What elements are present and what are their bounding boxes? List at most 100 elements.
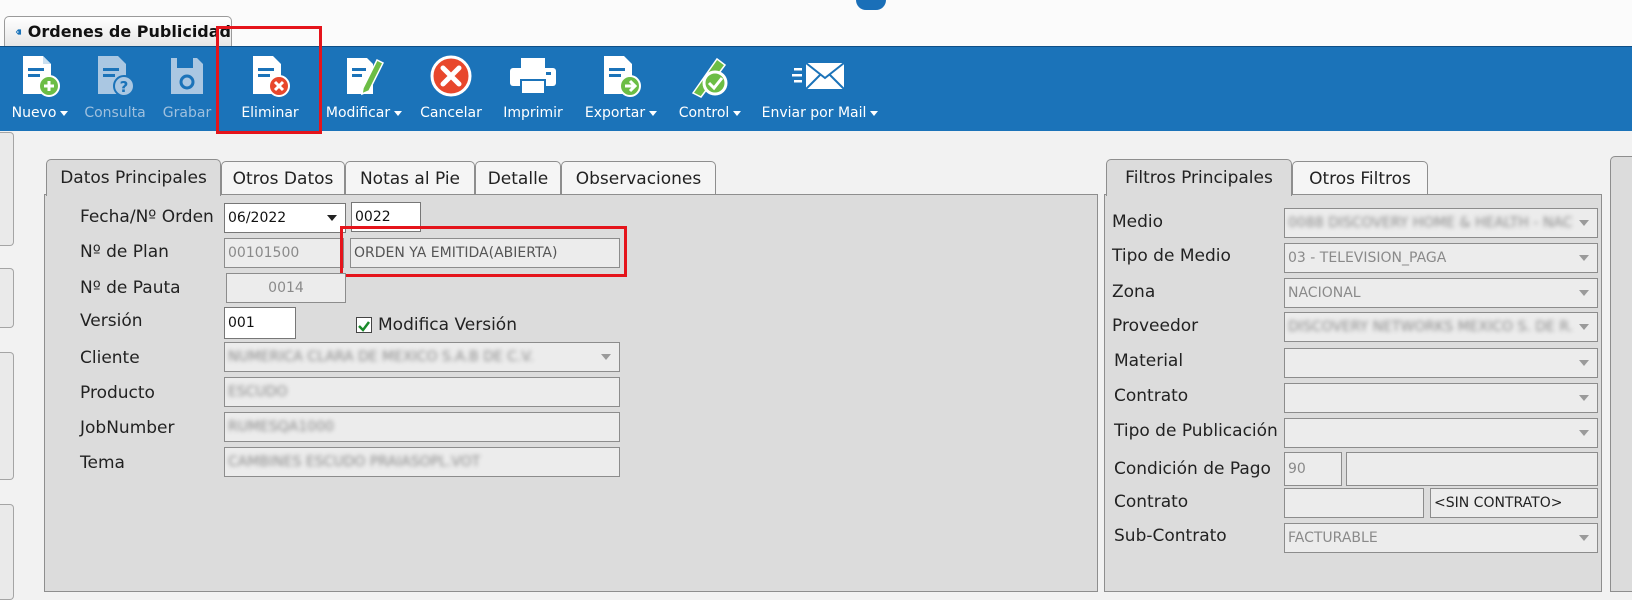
contrato-select[interactable] (1284, 383, 1598, 413)
condicion-pago-value: 90 (1288, 461, 1306, 477)
modifica-version-checkbox[interactable] (356, 317, 372, 333)
sin-contrato-value: <SIN CONTRATO> (1434, 495, 1563, 511)
chevron-down-icon (1579, 324, 1589, 330)
proveedor-select[interactable]: DISCOVERY NETWORKS MEXICO S. DE R. (1284, 312, 1598, 342)
subcontrato-value: FACTURABLE (1288, 530, 1378, 546)
tipo-publicacion-label: Tipo de Publicación (1114, 421, 1278, 441)
side-tab-herramientas[interactable] (0, 132, 14, 246)
producto-input[interactable]: ESCUDO (224, 377, 620, 407)
control-label: Control (678, 105, 730, 121)
control-button[interactable]: Control (674, 47, 746, 131)
tema-input[interactable]: CAMBINES ESCUDO PRAIASOPL.VOT (224, 447, 620, 477)
medio-select[interactable]: 0088 DISCOVERY HOME & HEALTH - NAC (1284, 208, 1598, 238)
tab-observaciones[interactable]: Observaciones (561, 161, 716, 195)
condicion-pago-desc (1346, 452, 1598, 486)
side-tab-referencias[interactable] (0, 504, 14, 600)
tab-label: Filtros Principales (1125, 168, 1273, 188)
enviar-mail-button[interactable]: Enviar por Mail (758, 47, 882, 131)
medio-value: 0088 DISCOVERY HOME & HEALTH - NAC (1288, 215, 1573, 231)
query-document-icon: ? (98, 56, 135, 97)
pauta-label: Nº de Pauta (80, 278, 181, 298)
consulta-button[interactable]: ? Consulta (82, 47, 148, 131)
modificar-button[interactable]: Modificar (322, 47, 406, 131)
contrato-label: Contrato (1114, 386, 1189, 406)
tipo-medio-value: 03 - TELEVISION_PAGA (1288, 250, 1447, 266)
side-tab-configuraciones[interactable] (0, 352, 14, 480)
printer-icon (510, 58, 556, 95)
material-label: Material (1114, 351, 1184, 371)
tab-notas-al-pie[interactable]: Notas al Pie (345, 161, 475, 195)
chevron-down-icon (1579, 395, 1589, 401)
version-input[interactable]: 001 (224, 307, 296, 339)
pauta-input[interactable]: 0014 (226, 273, 346, 303)
grabar-label: Grabar (162, 105, 212, 121)
right-partial-panel (1610, 156, 1632, 592)
zona-value: NACIONAL (1288, 285, 1361, 301)
tipo-medio-label: Tipo de Medio (1112, 246, 1231, 266)
new-document-icon (23, 56, 60, 97)
material-select[interactable] (1284, 348, 1598, 378)
imprimir-button[interactable]: Imprimir (498, 47, 568, 131)
consulta-label: Consulta (84, 105, 146, 121)
proveedor-label: Proveedor (1112, 316, 1199, 336)
cancelar-button[interactable]: Cancelar (416, 47, 486, 131)
enviar-mail-label: Enviar por Mail (761, 105, 867, 121)
producto-value: ESCUDO (228, 384, 288, 400)
plan-value: 00101500 (228, 245, 300, 261)
tipo-publicacion-select[interactable] (1284, 418, 1598, 448)
tab-label: Detalle (487, 168, 549, 189)
chevron-down-icon (60, 110, 69, 116)
window-tab[interactable]: Ordenes de Publicidad (4, 16, 232, 46)
fecha-select[interactable]: 06/2022 (224, 203, 346, 233)
estado-highlight-box (340, 226, 627, 277)
proveedor-value: DISCOVERY NETWORKS MEXICO S. DE R. (1288, 319, 1574, 335)
chevron-down-icon (1579, 360, 1589, 366)
chevron-down-icon (394, 110, 403, 116)
exportar-button[interactable]: Exportar (580, 47, 662, 131)
chevron-down-icon (649, 110, 658, 116)
fecha-label: Fecha/Nº Orden (80, 207, 214, 227)
condicion-pago-input[interactable]: 90 (1284, 452, 1342, 486)
chevron-down-icon (601, 354, 611, 360)
fecha-value: 06/2022 (228, 210, 287, 226)
pauta-value: 0014 (268, 280, 304, 296)
tab-otros-filtros[interactable]: Otros Filtros (1292, 161, 1428, 195)
producto-label: Producto (80, 383, 155, 403)
tag-icon (15, 28, 22, 35)
plan-input[interactable]: 00101500 (224, 238, 344, 268)
checkmark-icon (358, 321, 370, 332)
zona-select[interactable]: NACIONAL (1284, 278, 1598, 308)
contrato2-label: Contrato (1114, 492, 1189, 512)
side-tab-ayuda[interactable] (0, 268, 14, 328)
tab-detalle[interactable]: Detalle (475, 161, 561, 195)
grabar-button[interactable]: Grabar (160, 47, 214, 131)
zona-label: Zona (1112, 282, 1156, 302)
chevron-down-icon (1579, 220, 1589, 226)
tab-otros-datos[interactable]: Otros Datos (221, 161, 345, 195)
chevron-down-icon (733, 110, 742, 116)
subcontrato-label: Sub-Contrato (1114, 526, 1227, 546)
window-tab-title: Ordenes de Publicidad (27, 22, 231, 41)
cliente-value: NUMERICA CLARA DE MEXICO S.A.B DE C.V. (228, 349, 534, 365)
tema-value: CAMBINES ESCUDO PRAIASOPL.VOT (228, 454, 481, 470)
cancelar-label: Cancelar (420, 105, 482, 121)
nuevo-button[interactable]: Nuevo (10, 47, 70, 131)
control-check-icon (691, 57, 728, 98)
tipo-medio-select[interactable]: 03 - TELEVISION_PAGA (1284, 243, 1598, 273)
version-label: Versión (80, 311, 143, 331)
jobnumber-input[interactable]: RUMESQA1000 (224, 412, 620, 442)
contrato2-input[interactable] (1284, 488, 1424, 518)
medio-label: Medio (1112, 212, 1164, 232)
chevron-down-icon (1579, 535, 1589, 541)
jobnumber-value: RUMESQA1000 (228, 419, 335, 435)
tab-datos-principales[interactable]: Datos Principales (46, 159, 221, 196)
chevron-down-icon (1579, 255, 1589, 261)
imprimir-label: Imprimir (503, 105, 563, 121)
modificar-label: Modificar (325, 105, 391, 121)
tab-filtros-principales[interactable]: Filtros Principales (1106, 159, 1292, 196)
cliente-select[interactable]: NUMERICA CLARA DE MEXICO S.A.B DE C.V. (224, 342, 620, 372)
subcontrato-select[interactable]: FACTURABLE (1284, 523, 1598, 553)
cancel-icon (430, 55, 472, 97)
tab-label: Otros Datos (232, 168, 334, 189)
tab-label: Observaciones (575, 168, 702, 189)
